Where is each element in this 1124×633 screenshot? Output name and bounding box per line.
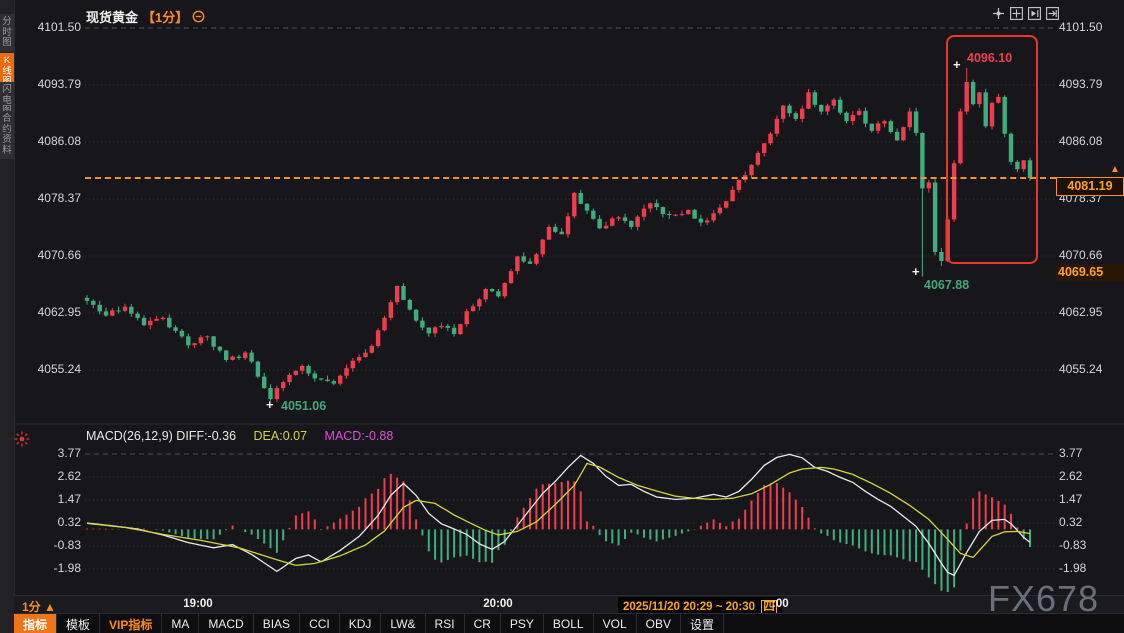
fit-width-icon[interactable] — [1009, 6, 1024, 21]
circle-minus-icon[interactable] — [192, 10, 205, 23]
indicator-toolbar: 指标模板VIP指标MAMACDBIASCCIKDJLW&RSICRPSYBOLL… — [14, 613, 1124, 633]
macd-axis-label-right: 0.32 — [1059, 515, 1082, 529]
price-axis-label-right: 4070.66 — [1059, 248, 1102, 262]
price-axis-label-right: 4101.50 — [1059, 20, 1102, 34]
macd-axis-label-right: -1.98 — [1059, 561, 1086, 575]
session-low-cross-marker: + — [266, 400, 274, 410]
toolbar-item-RSI[interactable]: RSI — [426, 614, 465, 633]
toolbar-item-BIAS[interactable]: BIAS — [254, 614, 300, 633]
go-latest-icon[interactable] — [1045, 6, 1060, 21]
price-axis-label-left: 4078.37 — [27, 191, 81, 205]
macd-hist-value: MACD:-0.88 — [325, 429, 394, 443]
macd-axis-label-left: -1.98 — [27, 561, 81, 575]
macd-axis-label-left: 1.47 — [27, 492, 81, 506]
high-price-annotation: 4096.10 — [967, 51, 1012, 65]
price-arrow-icon: ▲ — [1110, 164, 1120, 175]
macd-axis-label-left: 2.62 — [27, 469, 81, 483]
low-cross-marker: + — [912, 267, 920, 277]
price-axis-label-right: 4055.24 — [1059, 362, 1102, 376]
indicator-alert-icon[interactable] — [13, 430, 31, 453]
toolbar-item-VOL[interactable]: VOL — [594, 614, 637, 633]
price-axis-label-left: 4055.24 — [27, 362, 81, 376]
high-cross-marker: + — [953, 60, 961, 70]
macd-axis-label-right: -0.83 — [1059, 538, 1086, 552]
toolbar-item-CCI[interactable]: CCI — [300, 614, 340, 633]
session-low-annotation: 4051.06 — [281, 399, 326, 413]
tooltip-datetime: 2025/11/20 20:29 ~ 20:30 — [623, 601, 755, 613]
macd-axis-label-left: 0.32 — [27, 515, 81, 529]
toolbar-item-模板[interactable]: 模板 — [57, 614, 100, 633]
price-axis-label-left: 4062.95 — [27, 305, 81, 319]
current-price-line — [85, 177, 1056, 179]
chart-tools — [991, 6, 1060, 21]
macd-axis-label-right: 1.47 — [1059, 492, 1082, 506]
macd-dea-value: DEA:0.07 — [254, 429, 308, 443]
macd-axis-label-right: 2.62 — [1059, 469, 1082, 483]
move-icon[interactable] — [991, 6, 1006, 21]
toolbar-item-BOLL[interactable]: BOLL — [544, 614, 594, 633]
macd-axis-label-right: 3.77 — [1059, 446, 1082, 460]
chart-type-sidebar: 分时图K线图闪电图合约资料 — [0, 0, 15, 633]
time-label-partial: :00 — [772, 598, 789, 610]
toolbar-item-MA[interactable]: MA — [162, 614, 199, 633]
price-axis-label-left: 4086.08 — [27, 134, 81, 148]
price-axis-label-left: 4070.66 — [27, 248, 81, 262]
toolbar-item-设置[interactable]: 设置 — [681, 614, 724, 633]
sidebar-tab-4[interactable]: 合约资料 — [0, 111, 14, 159]
time-label: 20:00 — [483, 598, 512, 610]
current-price-tag: 4081.19 — [1056, 177, 1124, 196]
price-axis-label-right: 4062.95 — [1059, 305, 1102, 319]
symbol-name: 现货黄金 — [86, 7, 138, 26]
sidebar-tab-1[interactable]: 分时图 — [0, 14, 14, 52]
price-axis-label-right: 4093.79 — [1059, 77, 1102, 91]
macd-axis-label-left: -0.83 — [27, 538, 81, 552]
toolbar-item-MACD[interactable]: MACD — [199, 614, 253, 633]
toolbar-item-KDJ[interactable]: KDJ — [340, 614, 382, 633]
toolbar-item-VIP指标[interactable]: VIP指标 — [100, 614, 162, 633]
toolbar-item-指标[interactable]: 指标 — [14, 614, 57, 633]
price-axis-label-left: 4093.79 — [27, 77, 81, 91]
time-axis: 1分 ▲ 2025/11/20 20:29 ~ 20:30 四 :00 19:0… — [14, 595, 1124, 614]
trading-app-window: 分时图K线图闪电图合约资料 现货黄金 【1分】 — [0, 0, 1124, 633]
price-axis-label-right: 4086.08 — [1059, 134, 1102, 148]
interval-tag: 【1分】 — [142, 7, 188, 26]
toolbar-item-OBV[interactable]: OBV — [637, 614, 681, 633]
macd-legend: MACD(26,12,9) DIFF:-0.36 DEA:0.07 MACD:-… — [86, 429, 393, 443]
time-label: 19:00 — [183, 598, 212, 610]
toolbar-item-LW&[interactable]: LW& — [381, 614, 425, 633]
low-price-annotation: 4067.88 — [924, 278, 969, 292]
price-axis-label-left: 4101.50 — [27, 20, 81, 34]
toolbar-item-PSY[interactable]: PSY — [501, 614, 544, 633]
chart-header: 现货黄金 【1分】 — [86, 7, 205, 26]
toolbar-item-CR[interactable]: CR — [465, 614, 501, 633]
macd-params-diff: MACD(26,12,9) DIFF:-0.36 — [86, 429, 236, 443]
reference-price-tag: 4069.65 — [1056, 264, 1124, 281]
play-to-edge-icon[interactable] — [1027, 6, 1042, 21]
macd-axis-label-left: 3.77 — [27, 446, 81, 460]
